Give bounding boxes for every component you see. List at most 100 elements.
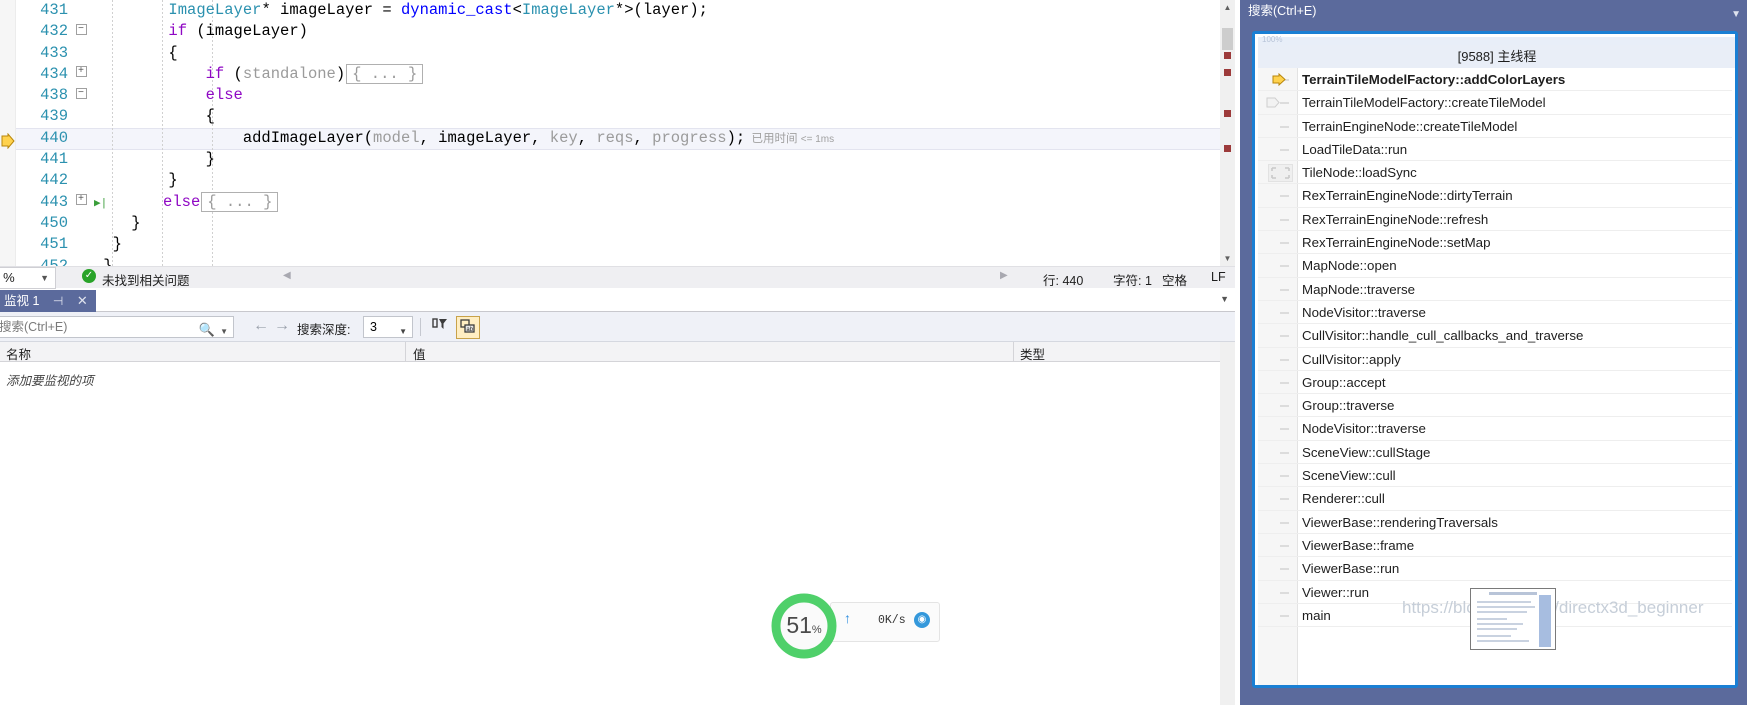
search-back-button[interactable]: ← (253, 317, 269, 335)
code-token: (imageLayer) (187, 22, 308, 41)
network-speed-widget[interactable]: 51% ↑ 0K/s ◉ (768, 590, 940, 659)
watch-tab-strip: 监视 1 ⊣ ✕ ▼ (0, 290, 1235, 312)
chevron-down-icon[interactable]: ▼ (40, 268, 49, 288)
column-divider[interactable] (1013, 342, 1014, 362)
fold-toggle-icon[interactable]: + (68, 64, 94, 85)
chevron-down-icon[interactable]: ▼ (220, 322, 228, 342)
frame-label: NodeVisitor::traverse (1302, 304, 1426, 320)
call-stack-frame[interactable]: Group::traverse (1258, 394, 1732, 418)
chevron-down-icon[interactable]: ▼ (399, 322, 407, 342)
call-stack-frame[interactable]: MapNode::open (1258, 254, 1732, 278)
call-stack-frame[interactable]: SceneView::cull (1258, 464, 1732, 488)
code-line[interactable]: 439 { (16, 106, 1235, 127)
code-editor[interactable]: 431 ImageLayer* imageLayer = dynamic_cas… (0, 0, 1235, 266)
preview-thumbnail[interactable] (1470, 588, 1556, 650)
call-stack-frame[interactable]: TerrainTileModelFactory::addColorLayers (1258, 68, 1732, 92)
watch-add-item-row[interactable]: 添加要监视的项 (6, 370, 94, 389)
globe-icon[interactable]: ◉ (914, 612, 930, 628)
scroll-down-arrow-icon[interactable]: ▼ (1220, 251, 1235, 266)
code-line[interactable]: 443 + ▶| else{ ... } (16, 191, 1235, 213)
watch-search-input[interactable]: 搜索(Ctrl+E) 🔍 ▼ (0, 316, 234, 338)
call-stack-frame[interactable]: CullVisitor::apply (1258, 348, 1732, 371)
code-line[interactable]: 434 + if (standalone){ ... } (16, 63, 1235, 85)
watch-vertical-scrollbar[interactable] (1220, 342, 1235, 705)
breakpoint-trace-icon[interactable]: ▶| (94, 198, 107, 210)
call-stack-frame[interactable]: TerrainEngineNode::createTileModel (1258, 115, 1732, 138)
prev-issue-arrow-icon[interactable]: ◀ (283, 270, 291, 281)
code-line[interactable]: 451 } (16, 234, 1235, 255)
watch-toolbar: 搜索(Ctrl+E) 🔍 ▼ ← → 搜索深度: 3 ▼ ab (0, 312, 1235, 342)
column-header-type[interactable]: 类型 (1020, 344, 1045, 363)
pin-icon[interactable]: ⊣ (53, 290, 63, 312)
zoom-level-selector[interactable]: 00 % ▼ (0, 267, 56, 289)
call-stack-frame[interactable]: RexTerrainEngineNode::refresh (1258, 208, 1732, 232)
call-stack-frame[interactable]: LoadTileData::run (1258, 138, 1732, 162)
call-stack-frame[interactable]: RexTerrainEngineNode::setMap (1258, 231, 1732, 255)
code-line[interactable]: 450 } (16, 213, 1235, 234)
frame-label: TileNode::loadSync (1302, 165, 1417, 181)
expand-frame-icon[interactable] (1266, 95, 1288, 110)
chevron-down-icon[interactable]: ▼ (1731, 4, 1741, 26)
code-lines[interactable]: 431 ImageLayer* imageLayer = dynamic_cas… (16, 0, 1235, 266)
code-token: if (168, 22, 188, 41)
code-token: if (205, 64, 225, 83)
call-stack-frame[interactable]: MapNode::traverse (1258, 278, 1732, 301)
scroll-up-arrow-icon[interactable]: ▲ (1220, 0, 1235, 15)
frame-label: SceneView::cull (1302, 468, 1396, 484)
call-stack-frame[interactable]: Renderer::cull (1258, 487, 1732, 511)
glyph-margin[interactable] (0, 0, 16, 266)
callstack-search-input[interactable]: 搜索(Ctrl+E) ▼ (1248, 0, 1747, 22)
code-token: *>(layer); (614, 1, 708, 19)
zoom-level-value: 00 % (0, 270, 15, 285)
next-issue-arrow-icon[interactable]: ▶ (1000, 270, 1008, 281)
code-line[interactable]: 438− else (16, 85, 1235, 106)
call-stack-frame[interactable]: ViewerBase::frame (1258, 534, 1732, 558)
call-stack-frame[interactable]: TerrainTileModelFactory::createTileModel (1258, 91, 1732, 115)
call-stack-frame[interactable]: ViewerBase::run (1258, 557, 1732, 581)
code-token: reqs (596, 128, 634, 147)
code-line[interactable]: 440 addImageLayer(model, imageLayer, key… (16, 128, 1235, 149)
scrollbar-thumb[interactable] (1222, 28, 1233, 50)
search-depth-value: 3 (370, 320, 377, 334)
tab-watch-1[interactable]: 监视 1 ⊣ ✕ (0, 290, 96, 312)
code-line[interactable]: 452 } (16, 256, 1235, 266)
frame-label: RexTerrainEngineNode::refresh (1302, 211, 1489, 227)
column-divider[interactable] (405, 342, 406, 362)
frame-tick (1280, 521, 1289, 524)
editor-vertical-scrollbar[interactable]: ▲ ▼ (1220, 0, 1235, 266)
line-ending-indicator[interactable]: LF (1211, 270, 1226, 284)
cpu-percent-unit: % (811, 624, 822, 636)
close-icon[interactable]: ✕ (77, 290, 88, 312)
search-depth-select[interactable]: 3 ▼ (363, 316, 413, 338)
search-forward-button[interactable]: → (274, 317, 290, 335)
fold-toggle-icon[interactable]: + (68, 192, 94, 213)
call-stack-frame[interactable]: NodeVisitor::traverse (1258, 301, 1732, 325)
search-icon[interactable]: 🔍 (199, 320, 215, 340)
call-stack-frame[interactable]: Group::accept (1258, 371, 1732, 395)
fold-toggle-icon[interactable]: − (68, 21, 94, 42)
column-header-value[interactable]: 值 (413, 344, 426, 363)
column-header-name[interactable]: 名称 (6, 344, 31, 363)
cpu-usage-value: 51% (768, 612, 840, 639)
call-stack-frame[interactable]: TileNode::loadSync (1258, 161, 1732, 185)
code-line[interactable]: 431 ImageLayer* imageLayer = dynamic_cas… (16, 0, 1235, 21)
fold-toggle-icon[interactable]: − (68, 85, 94, 106)
indentation-indicator[interactable]: 空格 (1162, 270, 1187, 289)
code-line[interactable]: 432− if (imageLayer) (16, 21, 1235, 42)
call-stack-frame[interactable]: NodeVisitor::traverse (1258, 417, 1732, 441)
call-stack-frame[interactable]: CullVisitor::handle_cull_callbacks_and_t… (1258, 324, 1732, 348)
filter-icon[interactable] (428, 316, 452, 339)
ab-highlight-icon[interactable]: ab (456, 316, 480, 339)
code-line[interactable]: 441 } (16, 149, 1235, 170)
call-stack-frame[interactable]: SceneView::cullStage (1258, 441, 1732, 465)
call-stack-frame[interactable]: ViewerBase::renderingTraversals (1258, 511, 1732, 534)
call-stack-frame[interactable]: RexTerrainEngineNode::dirtyTerrain (1258, 184, 1732, 208)
code-token: } (94, 256, 113, 266)
chevron-down-icon[interactable]: ▼ (1220, 294, 1229, 304)
code-token: < (512, 1, 522, 19)
code-line[interactable]: 442 } (16, 170, 1235, 191)
current-statement-arrow-icon (1, 133, 15, 149)
code-line[interactable]: 433 { (16, 43, 1235, 64)
